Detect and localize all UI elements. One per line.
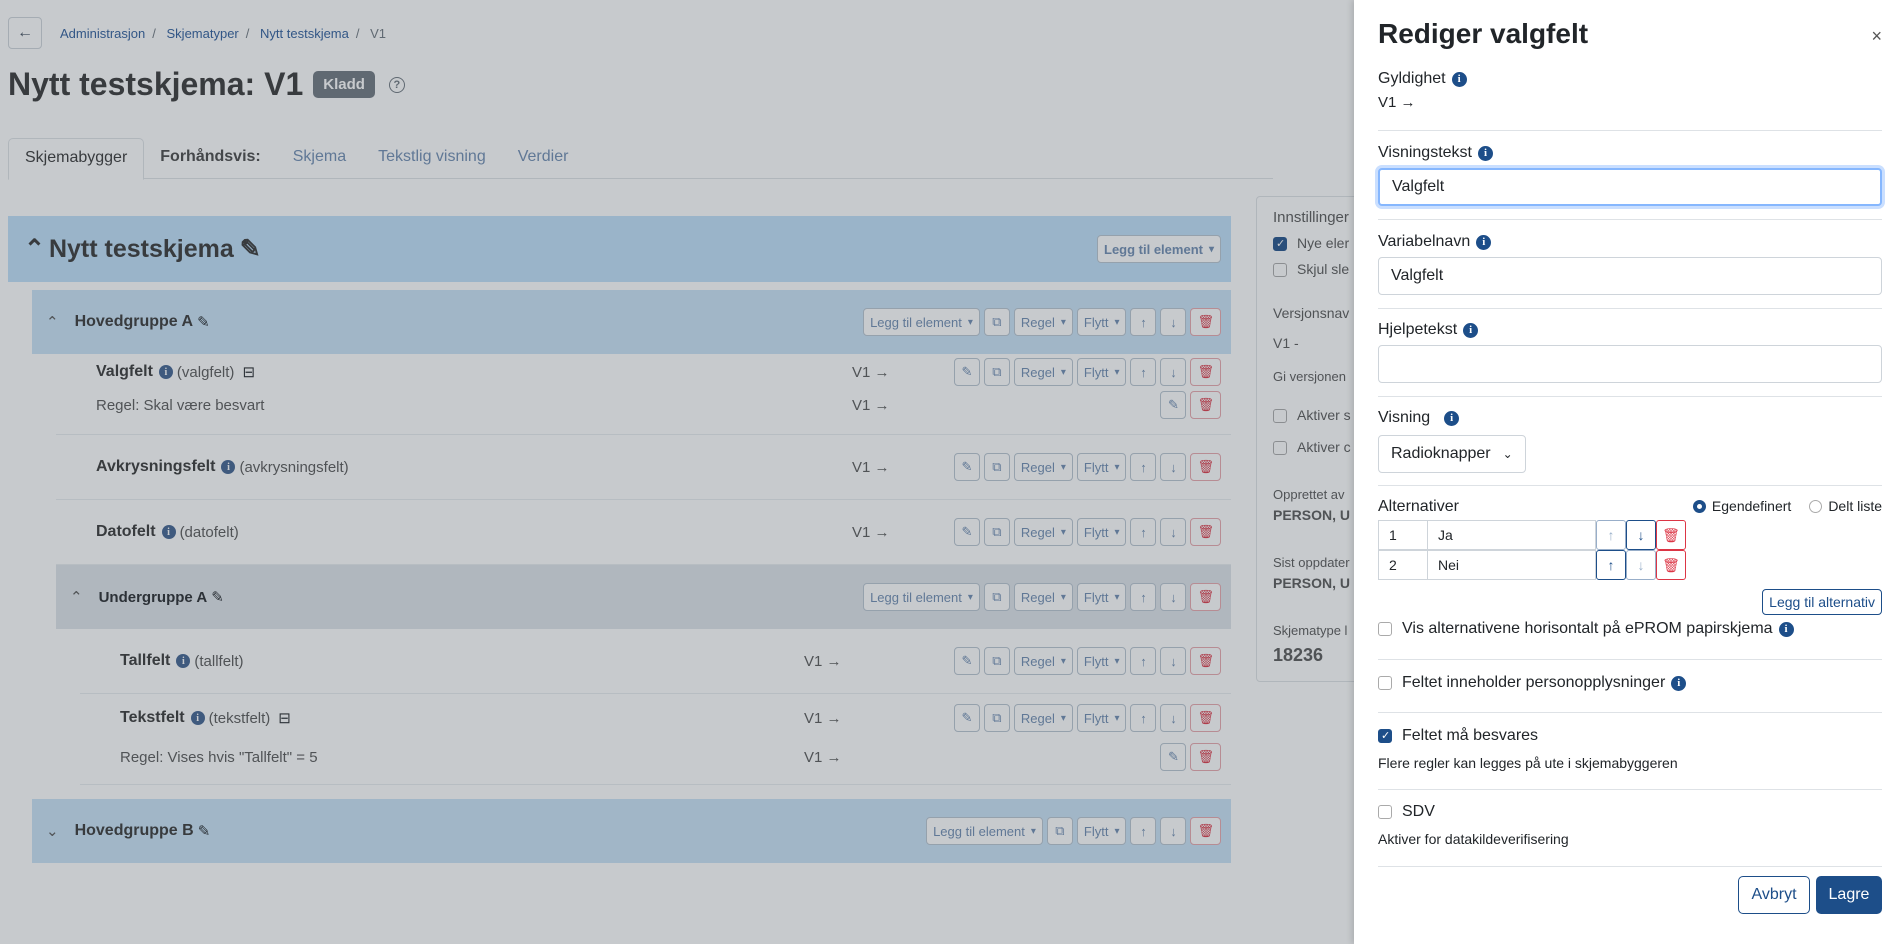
radio-custom-label: Egendefinert: [1711, 498, 1792, 514]
required-label: Feltet må besvares: [1402, 727, 1539, 744]
required-option: Feltet må besvares Flere regler kan legg…: [1378, 727, 1882, 771]
horizontal-checkbox[interactable]: [1378, 622, 1392, 636]
horizontal-option: Vis alternativene horisontalt på ePROM p…: [1378, 620, 1882, 638]
arrow-down-icon[interactable]: ↓: [1626, 520, 1656, 550]
trash-icon[interactable]: 🗑: [1656, 550, 1686, 580]
display-text-section: Visningstekst i: [1378, 144, 1882, 206]
help-text-label: Hjelpetekst: [1378, 321, 1458, 338]
required-checkbox[interactable]: [1378, 729, 1392, 743]
add-alternative-button[interactable]: Legg til alternativ: [1762, 589, 1882, 615]
display-text-input[interactable]: [1378, 168, 1882, 206]
variable-name-input[interactable]: [1378, 257, 1882, 295]
alternatives-section: Alternativer Egendefinert Delt liste 1 J…: [1378, 498, 1882, 580]
info-icon[interactable]: i: [1451, 71, 1467, 87]
modal-backdrop[interactable]: [0, 0, 1354, 944]
info-icon[interactable]: i: [1463, 322, 1479, 338]
help-text-section: Hjelpetekst i: [1378, 321, 1882, 383]
alternative-number[interactable]: 1: [1378, 520, 1428, 550]
chevron-down-icon: ⌄: [1502, 447, 1513, 461]
required-hint: Flere regler kan legges på ute i skjemab…: [1378, 755, 1678, 771]
close-icon[interactable]: ×: [1871, 26, 1882, 47]
info-icon[interactable]: i: [1778, 621, 1794, 637]
alternative-number[interactable]: 2: [1378, 550, 1428, 580]
trash-icon[interactable]: 🗑: [1656, 520, 1686, 550]
view-select[interactable]: Radioknapper ⌄: [1378, 435, 1526, 473]
info-icon[interactable]: i: [1671, 675, 1687, 691]
variable-section: Variabelnavn i: [1378, 233, 1882, 295]
personal-data-option: Feltet inneholder personopplysninger i: [1378, 674, 1882, 692]
alternative-value[interactable]: Ja: [1428, 520, 1596, 550]
edit-drawer: Rediger valgfelt × Gyldighet i V1 → Visni…: [1354, 0, 1898, 944]
alternative-row: 1 Ja ↑ ↓ 🗑: [1378, 520, 1882, 550]
variable-label: Variabelnavn: [1378, 233, 1471, 250]
info-icon[interactable]: i: [1476, 234, 1492, 250]
validity-value: V1 →: [1378, 94, 1416, 111]
radio-shared-list[interactable]: [1809, 499, 1823, 513]
cancel-button[interactable]: Avbryt: [1738, 876, 1810, 914]
validity-label: Gyldighet: [1378, 70, 1446, 87]
display-text-label: Visningstekst: [1378, 144, 1472, 161]
radio-custom[interactable]: [1692, 499, 1706, 513]
sdv-option: SDV Aktiver for datakildeverifisering: [1378, 803, 1882, 847]
sdv-checkbox[interactable]: [1378, 805, 1392, 819]
sdv-hint: Aktiver for datakildeverifisering: [1378, 831, 1569, 847]
view-label: Visning: [1378, 409, 1431, 426]
validity-section: Gyldighet i V1 →: [1378, 70, 1882, 111]
arrow-up-icon[interactable]: ↑: [1596, 520, 1626, 550]
personal-data-label: Feltet inneholder personopplysninger: [1402, 674, 1666, 691]
drawer-title: Rediger valgfelt: [1378, 18, 1589, 49]
info-icon[interactable]: i: [1444, 410, 1460, 426]
info-icon[interactable]: i: [1477, 145, 1493, 161]
horizontal-label: Vis alternativene horisontalt på ePROM p…: [1402, 620, 1773, 637]
view-section: Visning i Radioknapper ⌄: [1378, 409, 1882, 473]
alternative-row: 2 Nei ↑ ↓ 🗑: [1378, 550, 1882, 580]
help-text-input[interactable]: [1378, 345, 1882, 383]
arrow-down-icon[interactable]: ↓: [1626, 550, 1656, 580]
save-button[interactable]: Lagre: [1816, 876, 1882, 914]
arrow-up-icon[interactable]: ↑: [1596, 550, 1626, 580]
alternative-value[interactable]: Nei: [1428, 550, 1596, 580]
radio-shared-label: Delt liste: [1828, 498, 1882, 514]
personal-data-checkbox[interactable]: [1378, 676, 1392, 690]
sdv-label: SDV: [1402, 803, 1435, 820]
